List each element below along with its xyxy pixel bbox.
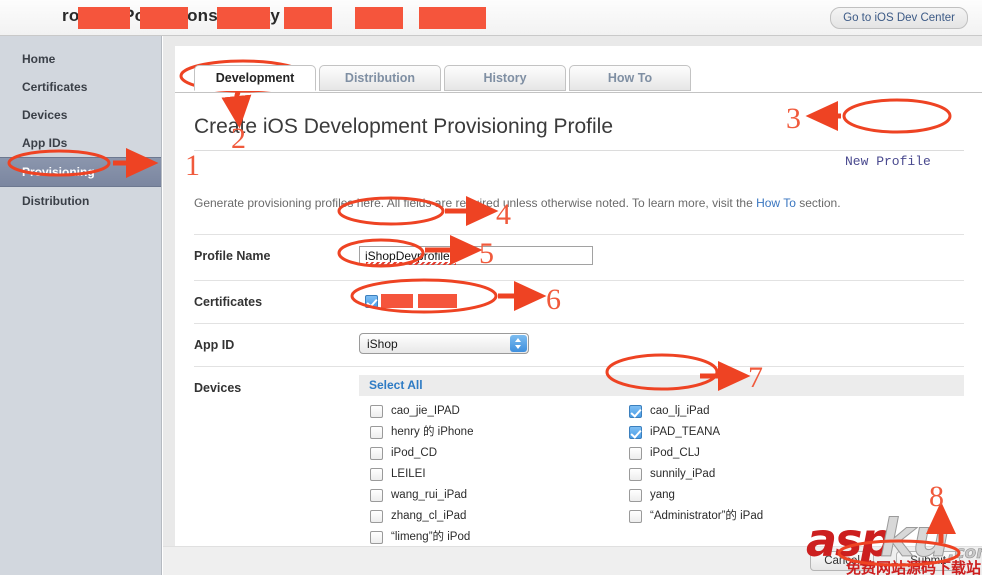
device-label: “Administrator”的 iPad [650, 510, 764, 522]
sidebar-nav: Home Certificates Devices App IDs Provis… [0, 36, 162, 575]
tab-how-to[interactable]: How To [569, 65, 691, 91]
window-header-bar: rovis a Po lorv ons & te ay C Go to iOS … [0, 0, 982, 36]
devices-list: Select All cao_jie_IPAD henry 的 iPhone i… [359, 375, 964, 544]
device-checkbox[interactable] [370, 426, 383, 439]
submit-button[interactable]: Submit [896, 551, 960, 571]
device-checkbox[interactable] [370, 447, 383, 460]
device-list-item[interactable]: cao_jie_IPAD [370, 401, 473, 422]
device-list-item[interactable]: iPod_CD [370, 443, 473, 464]
tab-history[interactable]: History [444, 65, 566, 91]
device-list-item[interactable]: LEILEI [370, 464, 473, 485]
sidebar-item-certificates[interactable]: Certificates [0, 73, 161, 101]
content-area: Development Distribution History How To … [163, 36, 982, 575]
sidebar-item-provisioning[interactable]: Provisioning [0, 157, 161, 187]
page-description: Generate provisioning profiles here. All… [194, 196, 841, 210]
device-checkbox[interactable] [370, 489, 383, 502]
app-id-selected-value: iShop [367, 337, 398, 351]
device-checkbox[interactable] [370, 468, 383, 481]
device-list-item[interactable]: henry 的 iPhone [370, 422, 473, 443]
device-label: cao_lj_iPad [650, 405, 710, 417]
device-label: yang [650, 489, 675, 501]
profile-name-input[interactable] [359, 246, 593, 265]
device-list-item[interactable]: cao_lj_iPad [629, 401, 763, 422]
device-list-item[interactable]: sunnily_iPad [629, 464, 763, 485]
content-panel: Development Distribution History How To … [175, 46, 982, 575]
device-label: cao_jie_IPAD [391, 405, 460, 417]
devices-column-left: cao_jie_IPAD henry 的 iPhone iPod_CD LEIL… [370, 401, 473, 548]
device-checkbox[interactable] [370, 510, 383, 523]
device-label: henry 的 iPhone [391, 426, 474, 438]
device-label: “limeng”的 iPod [391, 531, 471, 543]
device-list-item[interactable]: iPAD_TEANA [629, 422, 763, 443]
device-list-item[interactable]: wang_rui_iPad [370, 485, 473, 506]
device-list-item[interactable]: “Administrator”的 iPad [629, 506, 763, 527]
device-checkbox[interactable] [370, 531, 383, 544]
form-footer: Cancel Submit [163, 546, 982, 575]
description-text-after: section. [795, 196, 841, 210]
redaction-block [419, 7, 486, 29]
redaction-block [355, 7, 403, 29]
device-checkbox[interactable] [629, 447, 642, 460]
redaction-block [284, 7, 332, 29]
device-label: LEILEI [391, 468, 426, 480]
tab-distribution[interactable]: Distribution [319, 65, 441, 91]
profile-name-label: Profile Name [194, 249, 271, 263]
device-label: iPAD_TEANA [650, 426, 721, 438]
select-all-link[interactable]: Select All [369, 378, 423, 392]
device-checkbox[interactable] [629, 426, 642, 439]
new-profile-button[interactable]: New Profile [835, 151, 941, 172]
app-id-label: App ID [194, 338, 235, 352]
device-list-item[interactable]: zhang_cl_iPad [370, 506, 473, 527]
device-checkbox[interactable] [629, 405, 642, 418]
redaction-block [78, 7, 130, 29]
device-checkbox[interactable] [629, 489, 642, 502]
device-label: iPod_CLJ [650, 447, 700, 459]
device-label: zhang_cl_iPad [391, 510, 467, 522]
device-list-item[interactable]: “limeng”的 iPod [370, 527, 473, 548]
certificates-label: Certificates [194, 295, 263, 309]
redaction-block [140, 7, 188, 29]
sidebar-item-devices[interactable]: Devices [0, 101, 161, 129]
certificate-checkbox[interactable] [365, 295, 378, 308]
sidebar-item-app-ids[interactable]: App IDs [0, 129, 161, 157]
how-to-link[interactable]: How To [756, 196, 796, 210]
description-text-before: Generate provisioning profiles here. All… [194, 196, 757, 210]
app-id-select[interactable]: iShop [359, 333, 529, 354]
redaction-block [381, 294, 413, 308]
device-checkbox[interactable] [629, 468, 642, 481]
device-label: iPod_CD [391, 447, 438, 459]
tab-development[interactable]: Development [194, 65, 316, 91]
devices-column-right: cao_lj_iPad iPAD_TEANA iPod_CLJ sunnily_… [629, 401, 763, 527]
form-row-app-id: App ID iShop [194, 323, 964, 366]
form-row-devices: Devices Select All cao_jie_IPAD henry 的 … [194, 366, 964, 562]
form-row-certificates: Certificates [194, 280, 964, 323]
devices-label: Devices [194, 381, 242, 395]
go-to-ios-dev-center-button[interactable]: Go to iOS Dev Center [830, 7, 968, 29]
redaction-block [217, 7, 270, 29]
device-label: wang_rui_iPad [391, 489, 468, 501]
device-checkbox[interactable] [370, 405, 383, 418]
device-checkbox[interactable] [629, 510, 642, 523]
device-label: sunnily_iPad [650, 468, 716, 480]
redaction-block [418, 294, 457, 308]
tab-bar: Development Distribution History How To [175, 65, 982, 93]
stepper-arrows-icon[interactable] [510, 335, 527, 352]
device-list-item[interactable]: iPod_CLJ [629, 443, 763, 464]
sidebar-item-home[interactable]: Home [0, 45, 161, 73]
cancel-button[interactable]: Cancel [810, 551, 874, 571]
page-title: Create iOS Development Provisioning Prof… [194, 115, 614, 138]
select-all-bar: Select All [359, 375, 964, 396]
device-list-item[interactable]: yang [629, 485, 763, 506]
sidebar-item-distribution[interactable]: Distribution [0, 187, 161, 215]
form-row-profile-name: Profile Name [194, 234, 964, 280]
